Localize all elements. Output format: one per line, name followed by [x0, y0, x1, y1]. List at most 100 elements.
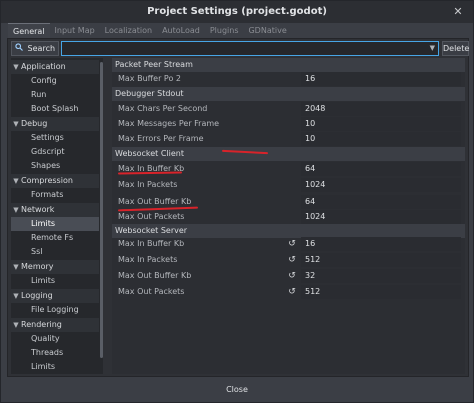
chevron-down-icon[interactable]: ▼: [11, 289, 21, 303]
property-value-field[interactable]: 16: [301, 72, 461, 86]
property-value-field[interactable]: 16: [301, 237, 461, 251]
tab-gdnative[interactable]: GDNative: [243, 23, 291, 38]
property-row: Max Chars Per Second 2048: [112, 102, 465, 116]
property-label: Max Messages Per Frame: [118, 119, 220, 128]
tree-category-logging[interactable]: ▼ Logging: [11, 289, 99, 303]
tab-plugins[interactable]: Plugins: [205, 23, 244, 38]
tree-scrollbar[interactable]: [100, 62, 103, 358]
revert-icon[interactable]: ↺: [287, 285, 297, 299]
tree-category-rendering[interactable]: ▼ Rendering: [11, 318, 99, 332]
property-value-field[interactable]: 512: [301, 253, 461, 267]
property-label: Max Buffer Po 2: [118, 74, 181, 83]
tree-label: Rendering: [21, 320, 62, 329]
property-row: Max Out Packets ↺ 512: [112, 285, 465, 299]
property-value-field[interactable]: 64: [301, 195, 461, 209]
property-row: Max Out Packets 1024: [112, 210, 465, 224]
tab-localization[interactable]: Localization: [100, 23, 157, 38]
tree-item-formats[interactable]: Formats: [11, 188, 99, 202]
section-header: Websocket Client: [112, 147, 465, 161]
tree-item-network-limits[interactable]: Limits: [11, 217, 99, 231]
delete-button[interactable]: Delete: [442, 41, 469, 56]
tree-label: Debug: [21, 119, 48, 128]
property-value-field[interactable]: 10: [301, 132, 461, 146]
tree-item-settings[interactable]: Settings: [11, 131, 99, 145]
property-inspector: Packet Peer Stream Max Buffer Po 2 16 De…: [112, 58, 465, 374]
tree-item-shapes[interactable]: Shapes: [11, 159, 99, 173]
project-settings-window: Project Settings (project.godot) ✕ Gener…: [0, 0, 474, 403]
tree-item-boot-splash[interactable]: Boot Splash: [11, 102, 99, 116]
property-row: Max Buffer Po 2 16: [112, 72, 465, 86]
property-row: Max In Buffer Kb ↺ 16: [112, 237, 465, 251]
section-header: Debugger Stdout: [112, 87, 465, 101]
tree-item-rendering-limits[interactable]: Limits: [11, 360, 99, 374]
general-panel: Search ▼ Delete ▼ Application Config Run …: [7, 38, 469, 377]
chevron-down-icon[interactable]: ▼: [11, 174, 21, 188]
settings-tree: ▼ Application Config Run Boot Splash ▼ Deb…: [11, 58, 103, 374]
section-header: Packet Peer Stream: [112, 58, 465, 72]
property-row: Max Messages Per Frame 10: [112, 117, 465, 131]
revert-icon[interactable]: ↺: [287, 237, 297, 251]
title-bar: Project Settings (project.godot) ✕: [1, 1, 473, 23]
tree-item-memory-limits[interactable]: Limits: [11, 274, 99, 288]
tree-label: Memory: [21, 262, 54, 271]
tree-category-compression[interactable]: ▼ Compression: [11, 174, 99, 188]
property-value-field[interactable]: 10: [301, 117, 461, 131]
tree-category-memory[interactable]: ▼ Memory: [11, 260, 99, 274]
property-label: Max In Buffer Kb: [118, 239, 185, 248]
search-button-label: Search: [27, 44, 56, 53]
tree-item-gdscript[interactable]: Gdscript: [11, 145, 99, 159]
property-label: Max Out Packets: [118, 212, 185, 221]
tree-item-file-logging[interactable]: File Logging: [11, 303, 99, 317]
search-button[interactable]: Search: [11, 41, 59, 56]
tree-item-threads[interactable]: Threads: [11, 346, 99, 360]
property-label: Max Chars Per Second: [118, 104, 208, 113]
tab-input-map[interactable]: Input Map: [50, 23, 100, 38]
property-label: Max In Packets: [118, 180, 178, 189]
search-input[interactable]: ▼: [61, 41, 439, 56]
chevron-down-icon[interactable]: ▼: [11, 203, 21, 217]
tree-item-config[interactable]: Config: [11, 74, 99, 88]
property-label: Max Out Buffer Kb: [118, 271, 192, 280]
property-row: Max In Buffer Kb 64: [112, 162, 465, 176]
tree-category-network[interactable]: ▼ Network: [11, 203, 99, 217]
search-row: Search ▼ Delete: [11, 41, 469, 56]
tree-category-debug[interactable]: ▼ Debug: [11, 117, 99, 131]
property-value-field[interactable]: 1024: [301, 210, 461, 224]
property-value-field[interactable]: 2048: [301, 102, 461, 116]
chevron-down-icon[interactable]: ▼: [11, 260, 21, 274]
property-row: Max Out Buffer Kb ↺ 32: [112, 269, 465, 283]
property-value-field[interactable]: 64: [301, 162, 461, 176]
property-value-field[interactable]: 32: [301, 269, 461, 283]
tab-general[interactable]: General: [8, 23, 50, 38]
property-label: Max In Packets: [118, 255, 178, 264]
close-button[interactable]: Close: [219, 383, 255, 397]
tree-label: Logging: [21, 291, 53, 300]
tab-bar: General Input Map Localization AutoLoad …: [8, 23, 292, 38]
tree-label: Application: [21, 62, 66, 71]
property-value-field[interactable]: 512: [301, 285, 461, 299]
chevron-down-icon[interactable]: ▼: [430, 44, 435, 52]
property-value-field[interactable]: 1024: [301, 178, 461, 192]
tree-item-ssl[interactable]: Ssl: [11, 245, 99, 259]
tree-label: Network: [21, 205, 55, 214]
property-row: Max In Packets 1024: [112, 178, 465, 192]
tree-category-application[interactable]: ▼ Application: [11, 60, 99, 74]
chevron-down-icon[interactable]: ▼: [11, 117, 21, 131]
search-icon: [15, 42, 25, 55]
tree-label: Compression: [21, 176, 73, 185]
property-row: Max In Packets ↺ 512: [112, 253, 465, 267]
chevron-down-icon[interactable]: ▼: [11, 60, 21, 74]
tree-item-remote-fs[interactable]: Remote Fs: [11, 231, 99, 245]
tree-item-quality[interactable]: Quality: [11, 332, 99, 346]
revert-icon[interactable]: ↺: [287, 253, 297, 267]
tab-autoload[interactable]: AutoLoad: [157, 23, 205, 38]
section-header: Websocket Server: [112, 224, 465, 238]
window-title: Project Settings (project.godot): [147, 6, 327, 17]
property-label: Max Out Packets: [118, 287, 185, 296]
property-row: Max Errors Per Frame 10: [112, 132, 465, 146]
dialog-footer: Close: [1, 377, 473, 403]
close-icon[interactable]: ✕: [452, 6, 464, 18]
tree-item-run[interactable]: Run: [11, 88, 99, 102]
chevron-down-icon[interactable]: ▼: [11, 318, 21, 332]
revert-icon[interactable]: ↺: [287, 269, 297, 283]
